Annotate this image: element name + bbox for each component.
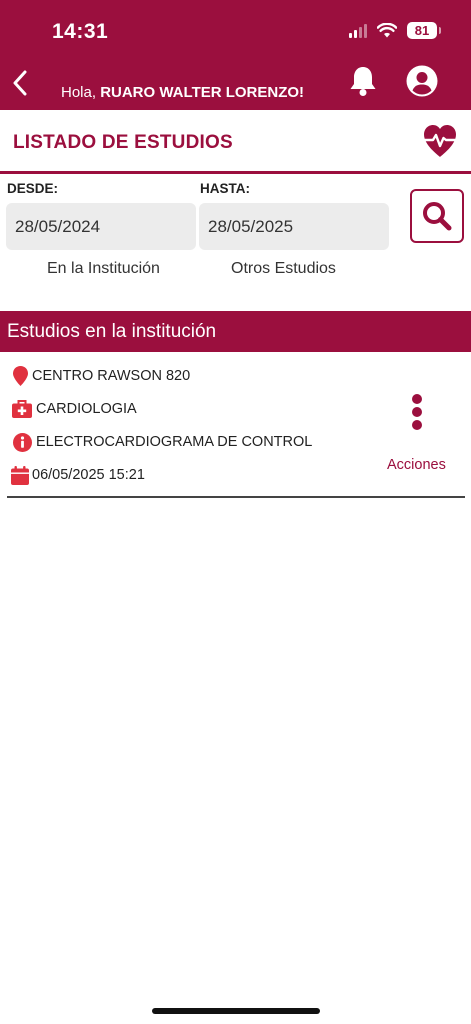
- to-date-label: HASTA:: [200, 181, 250, 196]
- greeting: Hola, RUARO WALTER LORENZO!: [61, 84, 304, 101]
- page-title: LISTADO DE ESTUDIOS: [13, 132, 233, 153]
- medical-kit-icon: [12, 400, 32, 418]
- search-button[interactable]: [410, 189, 464, 243]
- study-specialty: CARDIOLOGIA: [36, 401, 137, 417]
- cellular-signal-icon: [349, 23, 367, 38]
- bell-icon: [350, 67, 376, 96]
- study-name-row: ELECTROCARDIOGRAMA DE CONTROL: [11, 432, 312, 452]
- from-date-label: DESDE:: [7, 181, 59, 196]
- study-datetime: 06/05/2025 15:21: [32, 467, 145, 483]
- from-date-input[interactable]: [6, 203, 196, 250]
- notifications-button[interactable]: [347, 64, 379, 98]
- map-pin-icon: [12, 366, 28, 386]
- study-card: CENTRO RAWSON 820 CARDIOLOGIA ELECTROCAR…: [7, 352, 465, 498]
- tab-institution[interactable]: En la Institución: [47, 260, 160, 278]
- actions-button[interactable]: Acciones: [387, 457, 446, 473]
- to-date-input[interactable]: [199, 203, 389, 250]
- back-button[interactable]: [8, 66, 32, 100]
- top-app-bar: 14:31 81 Hola, RUARO WALTER LORENZO!: [0, 0, 471, 110]
- chevron-left-icon: [13, 70, 27, 96]
- heart-pulse-icon: [423, 125, 457, 157]
- study-location-row: CENTRO RAWSON 820: [11, 366, 190, 386]
- user-name: RUARO WALTER LORENZO!: [100, 84, 305, 101]
- page-title-row: LISTADO DE ESTUDIOS: [0, 110, 471, 174]
- status-icons: 81: [349, 22, 441, 39]
- study-name: ELECTROCARDIOGRAMA DE CONTROL: [36, 434, 313, 450]
- study-location: CENTRO RAWSON 820: [32, 368, 191, 384]
- home-indicator: [152, 1008, 320, 1014]
- greeting-prefix: Hola,: [61, 84, 101, 101]
- calendar-icon: [11, 465, 29, 485]
- status-time: 14:31: [52, 20, 109, 43]
- study-datetime-row: 06/05/2025 15:21: [11, 465, 145, 485]
- wifi-icon: [377, 23, 397, 38]
- section-header: Estudios en la institución: [0, 311, 471, 352]
- more-vertical-icon[interactable]: [405, 394, 429, 430]
- info-icon: [12, 432, 32, 452]
- search-icon: [423, 202, 452, 231]
- battery-icon: 81: [407, 22, 441, 39]
- user-circle-icon: [406, 65, 438, 97]
- tab-other-studies[interactable]: Otros Estudios: [231, 260, 336, 278]
- study-specialty-row: CARDIOLOGIA: [11, 399, 137, 419]
- profile-button[interactable]: [405, 64, 439, 98]
